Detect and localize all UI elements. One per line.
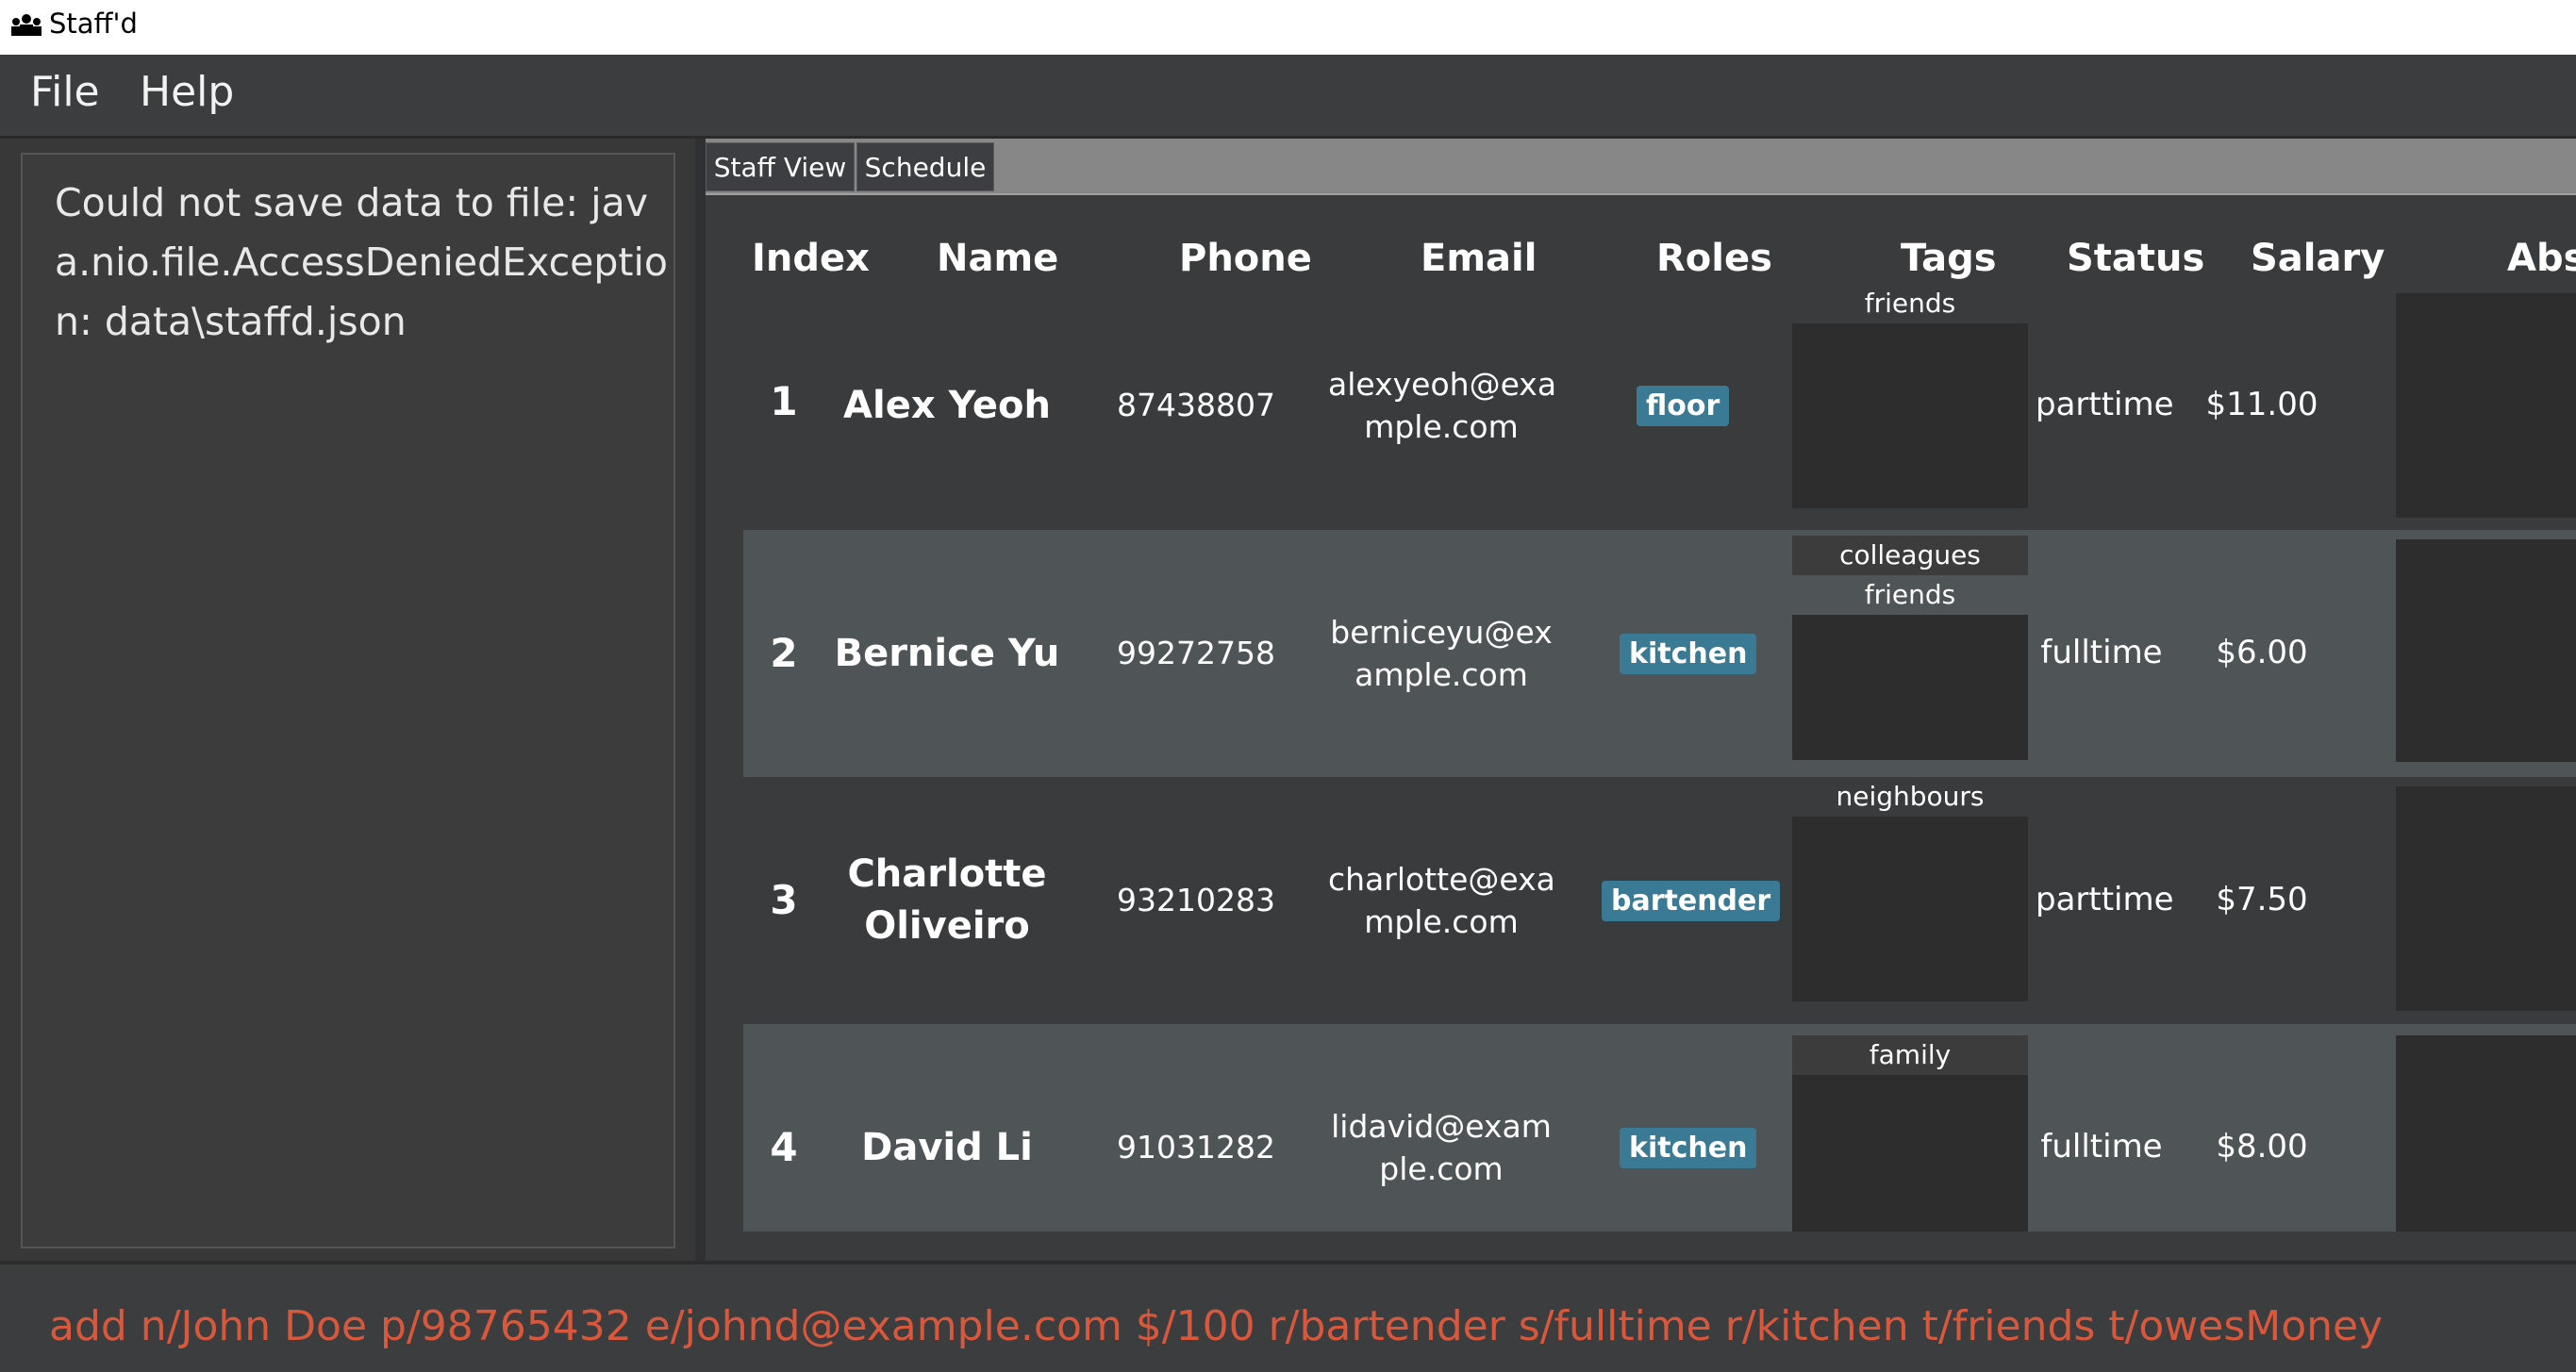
row-email: charlotte@exa mple.com xyxy=(1328,858,1555,943)
tag-chip: neighbours xyxy=(1836,781,1985,812)
row-email: berniceyu@ex ample.com xyxy=(1328,611,1554,696)
tab-staff-view[interactable]: Staff View xyxy=(706,142,855,191)
row-status: parttime xyxy=(2036,386,2174,423)
row-email: lidavid@exam ple.com xyxy=(1328,1105,1554,1190)
header-phone[interactable]: Phone xyxy=(1179,237,1312,280)
role-badge: kitchen xyxy=(1620,1128,1757,1168)
row-index: 1 xyxy=(770,378,798,424)
row-status: parttime xyxy=(2036,881,2174,918)
tab-schedule[interactable]: Schedule xyxy=(856,142,994,191)
result-display-panel: Could not save data to file: java.nio.fi… xyxy=(21,153,675,1248)
staff-table: Index Name Phone Email Roles Tags Status… xyxy=(706,195,2576,1261)
row-phone: 99272758 xyxy=(1117,635,1275,671)
absent-area xyxy=(2396,539,2576,762)
table-row[interactable]: 2 Bernice Yu 99272758 berniceyu@ex ample… xyxy=(743,530,2576,777)
tags-area xyxy=(1792,615,2028,760)
header-roles[interactable]: Roles xyxy=(1656,237,1772,280)
absent-area xyxy=(2396,293,2576,518)
role-badge: kitchen xyxy=(1620,634,1757,674)
tag-chip: friends xyxy=(1792,575,2028,615)
tags-area xyxy=(1792,1075,2028,1231)
absent-area xyxy=(2396,1035,2576,1231)
row-name: Bernice Yu xyxy=(834,628,1060,680)
row-name-line: Charlotte xyxy=(847,852,1047,896)
row-email-line: ple.com xyxy=(1379,1150,1504,1187)
header-index[interactable]: Index xyxy=(752,237,870,280)
row-salary: $6.00 xyxy=(2216,634,2308,671)
header-status[interactable]: Status xyxy=(2067,237,2204,280)
role-badge: bartender xyxy=(1602,881,1781,921)
row-email-line: lidavid@exam xyxy=(1331,1108,1552,1145)
row-name-line: Oliveiro xyxy=(864,904,1030,948)
menu-file[interactable]: File xyxy=(30,68,100,116)
row-phone: 93210283 xyxy=(1117,882,1275,918)
menu-bar: File Help xyxy=(0,55,2576,139)
row-name: Charlotte Oliveiro xyxy=(834,849,1060,952)
tab-strip: Staff View Schedule xyxy=(706,139,2576,195)
row-name: Alex Yeoh xyxy=(834,380,1060,432)
row-email-line: mple.com xyxy=(1364,903,1519,940)
absent-area xyxy=(2396,786,2576,1011)
command-box xyxy=(0,1261,2576,1372)
header-email[interactable]: Email xyxy=(1421,237,1537,280)
row-name-line: Bernice Yu xyxy=(834,632,1060,675)
tag-chip: colleagues xyxy=(1792,536,2028,575)
row-email: alexyeoh@exa mple.com xyxy=(1328,363,1557,448)
row-email-line: ample.com xyxy=(1354,656,1528,693)
table-row[interactable]: 3 Charlotte Oliveiro 93210283 charlotte@… xyxy=(743,777,2576,1024)
row-salary: $11.00 xyxy=(2205,386,2318,423)
role-badge: floor xyxy=(1637,386,1730,426)
row-index: 3 xyxy=(770,877,798,923)
row-phone: 91031282 xyxy=(1117,1129,1275,1165)
row-salary: $7.50 xyxy=(2216,881,2308,918)
row-email-line: alexyeoh@exa xyxy=(1328,366,1557,403)
row-index: 4 xyxy=(770,1124,798,1170)
table-row[interactable]: 4 David Li 91031282 lidavid@exam ple.com… xyxy=(743,1024,2576,1231)
header-absent[interactable]: Abs xyxy=(2507,237,2576,280)
window-title: Staff'd xyxy=(49,8,138,40)
tag-chip: friends xyxy=(1864,288,1956,319)
row-phone: 87438807 xyxy=(1117,387,1275,423)
row-email-line: charlotte@exa xyxy=(1328,861,1555,898)
row-name-line: Alex Yeoh xyxy=(843,384,1051,427)
row-name-line: David Li xyxy=(861,1126,1033,1169)
tags-area xyxy=(1792,817,2028,1001)
people-icon xyxy=(11,14,42,36)
row-email-line: mple.com xyxy=(1364,408,1519,445)
header-tags[interactable]: Tags xyxy=(1901,237,1997,280)
command-input[interactable] xyxy=(49,1302,2558,1350)
tag-chip: family xyxy=(1792,1035,2028,1075)
row-status: fulltime xyxy=(2040,1128,2163,1165)
header-name[interactable]: Name xyxy=(937,237,1058,280)
header-salary[interactable]: Salary xyxy=(2251,237,2385,280)
title-bar: Staff'd xyxy=(0,0,2576,55)
row-status: fulltime xyxy=(2040,634,2163,671)
row-salary: $8.00 xyxy=(2216,1128,2308,1165)
row-index: 2 xyxy=(770,630,798,676)
tags-area xyxy=(1792,323,2028,508)
row-name: David Li xyxy=(834,1122,1060,1174)
row-email-line: berniceyu@ex xyxy=(1330,614,1553,651)
table-row[interactable]: 1 Alex Yeoh 87438807 alexyeoh@exa mple.c… xyxy=(743,284,2576,529)
result-message: Could not save data to file: java.nio.fi… xyxy=(55,180,668,344)
menu-help[interactable]: Help xyxy=(140,68,234,116)
